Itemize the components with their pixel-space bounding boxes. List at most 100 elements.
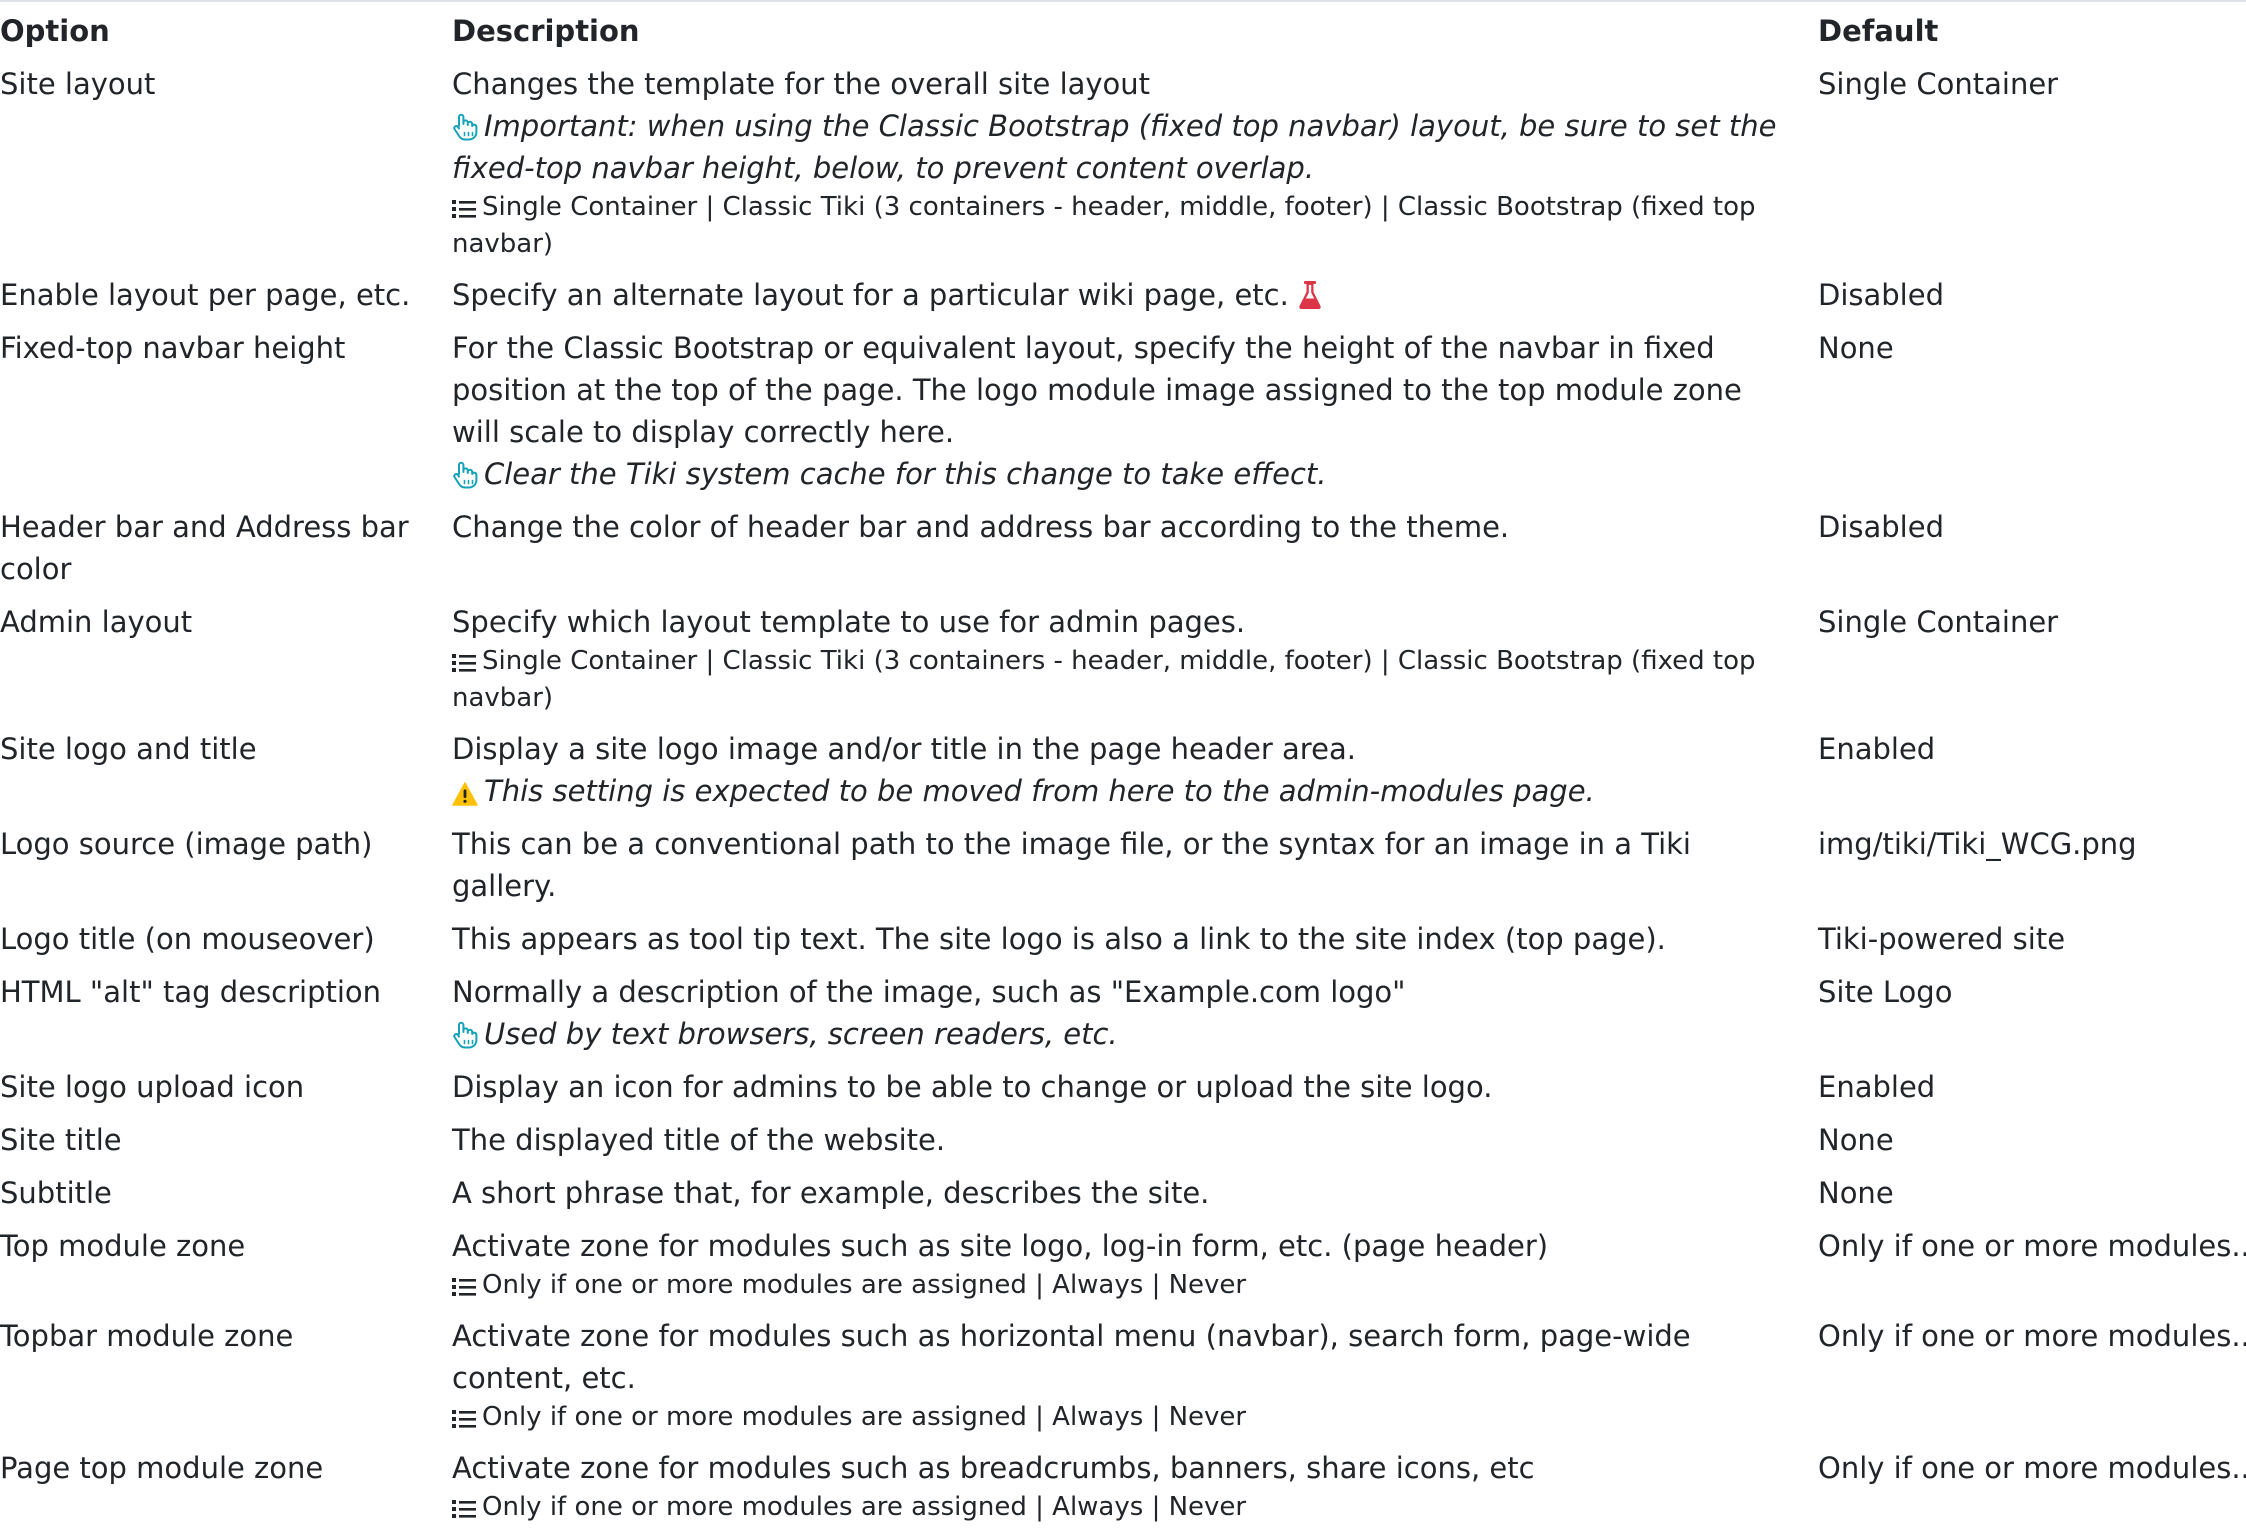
table-header-row: Option Description Default bbox=[0, 2, 2246, 58]
option-values-text: Only if one or more modules are assigned… bbox=[482, 1402, 1247, 1432]
description-text: Specify which layout template to use for… bbox=[452, 605, 1246, 639]
description-cell: Activate zone for modules such as horizo… bbox=[440, 1310, 1806, 1442]
description-text: Normally a description of the image, suc… bbox=[452, 975, 1406, 1009]
table-row: HTML "alt" tag description Normally a des… bbox=[0, 966, 2246, 1061]
option-cell: Page top module zone bbox=[0, 1451, 324, 1485]
hint-text: Important: when using the Classic Bootst… bbox=[452, 109, 1777, 185]
default-cell: Disabled bbox=[1818, 278, 1944, 312]
table-row: Admin layout Specify which layout templat… bbox=[0, 596, 2246, 723]
list-icon bbox=[452, 652, 476, 674]
description-cell: Activate zone for modules such as breadc… bbox=[440, 1442, 1806, 1532]
description-cell: The displayed title of the website. bbox=[440, 1114, 1806, 1167]
warning-icon bbox=[452, 782, 478, 806]
description-cell: Specify which layout template to use for… bbox=[440, 596, 1806, 723]
description-text: Change the color of header bar and addre… bbox=[452, 510, 1510, 544]
description-text: This appears as tool tip text. The site … bbox=[452, 922, 1666, 956]
default-cell: Single Container bbox=[1818, 67, 2059, 101]
option-column-header: Option bbox=[0, 14, 110, 48]
option-cell: Enable layout per page, etc. bbox=[0, 278, 411, 312]
hint-note: Clear the Tiki system cache for this cha… bbox=[452, 453, 1794, 495]
description-cell: Changes the template for the overall sit… bbox=[440, 58, 1806, 269]
description-cell: Normally a description of the image, suc… bbox=[440, 966, 1806, 1061]
table-body: Site layout Changes the template for the … bbox=[0, 58, 2246, 1532]
description-cell: This appears as tool tip text. The site … bbox=[440, 913, 1806, 966]
list-icon bbox=[452, 1408, 476, 1430]
description-text: For the Classic Bootstrap or equivalent … bbox=[452, 331, 1742, 449]
option-cell: Logo title (on mouseover) bbox=[0, 922, 375, 956]
table-row: Fixed-top navbar height For the Classic B… bbox=[0, 322, 2246, 501]
table-row: Page top module zone Activate zone for mo… bbox=[0, 1442, 2246, 1532]
description-cell: For the Classic Bootstrap or equivalent … bbox=[440, 322, 1806, 501]
option-values-text: Single Container | Classic Tiki (3 conta… bbox=[452, 192, 1756, 259]
description-cell: Specify an alternate layout for a partic… bbox=[440, 269, 1806, 322]
option-cell: Site title bbox=[0, 1123, 122, 1157]
pointing-hand-icon bbox=[452, 113, 478, 141]
option-values: Single Container | Classic Tiki (3 conta… bbox=[452, 189, 1794, 263]
pointing-hand-icon bbox=[452, 461, 478, 489]
list-icon bbox=[452, 1498, 476, 1520]
option-values-text: Single Container | Classic Tiki (3 conta… bbox=[452, 646, 1756, 713]
table-row: Enable layout per page, etc. Specify an a… bbox=[0, 269, 2246, 322]
description-text: Activate zone for modules such as site l… bbox=[452, 1229, 1549, 1263]
flask-icon bbox=[1298, 280, 1322, 310]
default-cell: None bbox=[1818, 331, 1894, 365]
option-cell: Admin layout bbox=[0, 605, 193, 639]
description-text: Changes the template for the overall sit… bbox=[452, 67, 1151, 101]
table-row: Site logo upload icon Display an icon for… bbox=[0, 1061, 2246, 1114]
default-cell: Tiki-powered site bbox=[1818, 922, 2066, 956]
table-row: Topbar module zone Activate zone for modu… bbox=[0, 1310, 2246, 1442]
option-cell: Topbar module zone bbox=[0, 1319, 294, 1353]
description-text: Specify an alternate layout for a partic… bbox=[452, 278, 1289, 312]
default-cell: None bbox=[1818, 1123, 1894, 1157]
description-cell: Change the color of header bar and addre… bbox=[440, 501, 1806, 596]
default-cell: Site Logo bbox=[1818, 975, 1953, 1009]
list-icon bbox=[452, 198, 476, 220]
description-text: Display a site logo image and/or title i… bbox=[452, 732, 1356, 766]
hint-text: Clear the Tiki system cache for this cha… bbox=[484, 457, 1327, 491]
preferences-page: Option Description Default Site layout Ch… bbox=[0, 0, 2246, 1534]
option-values: Only if one or more modules are assigned… bbox=[452, 1399, 1794, 1436]
option-cell: Logo source (image path) bbox=[0, 827, 373, 861]
description-text: Display an icon for admins to be able to… bbox=[452, 1070, 1493, 1104]
table-row: Top module zone Activate zone for modules… bbox=[0, 1220, 2246, 1310]
option-cell: Top module zone bbox=[0, 1229, 246, 1263]
table-row: Site title The displayed title of the web… bbox=[0, 1114, 2246, 1167]
pointing-hand-icon bbox=[452, 1021, 478, 1049]
description-text: Activate zone for modules such as breadc… bbox=[452, 1451, 1535, 1485]
option-values: Only if one or more modules are assigned… bbox=[452, 1267, 1794, 1304]
description-text: The displayed title of the website. bbox=[452, 1123, 946, 1157]
description-cell: This can be a conventional path to the i… bbox=[440, 818, 1806, 913]
warning-text: This setting is expected to be moved fro… bbox=[484, 774, 1595, 808]
hint-text: Used by text browsers, screen readers, e… bbox=[484, 1017, 1118, 1051]
option-cell: HTML "alt" tag description bbox=[0, 975, 382, 1009]
option-cell: Header bar and Address bar color bbox=[0, 510, 409, 586]
warning-note: This setting is expected to be moved fro… bbox=[452, 770, 1794, 812]
option-cell: Site logo and title bbox=[0, 732, 257, 766]
hint-note: Important: when using the Classic Bootst… bbox=[452, 105, 1794, 189]
description-cell: Activate zone for modules such as site l… bbox=[440, 1220, 1806, 1310]
default-cell: Disabled bbox=[1818, 510, 1944, 544]
hint-note: Used by text browsers, screen readers, e… bbox=[452, 1013, 1794, 1055]
default-cell: Only if one or more modules... bbox=[1818, 1229, 2246, 1263]
default-cell: Only if one or more modules... bbox=[1818, 1451, 2246, 1485]
option-values: Single Container | Classic Tiki (3 conta… bbox=[452, 643, 1794, 717]
option-cell: Fixed-top navbar height bbox=[0, 331, 346, 365]
option-values-text: Only if one or more modules are assigned… bbox=[482, 1492, 1247, 1522]
default-cell: Enabled bbox=[1818, 732, 1936, 766]
default-cell: None bbox=[1818, 1176, 1894, 1210]
preferences-table: Option Description Default Site layout Ch… bbox=[0, 2, 2246, 1532]
option-cell: Site layout bbox=[0, 67, 156, 101]
description-column-header: Description bbox=[452, 14, 640, 48]
table-row: Header bar and Address bar color Change t… bbox=[0, 501, 2246, 596]
list-icon bbox=[452, 1276, 476, 1298]
description-cell: Display a site logo image and/or title i… bbox=[440, 723, 1806, 818]
description-text: This can be a conventional path to the i… bbox=[452, 827, 1691, 903]
default-cell: img/tiki/Tiki_WCG.png bbox=[1818, 827, 2137, 861]
table-row: Site layout Changes the template for the … bbox=[0, 58, 2246, 269]
table-row: Logo title (on mouseover) This appears as… bbox=[0, 913, 2246, 966]
table-row: Logo source (image path) This can be a co… bbox=[0, 818, 2246, 913]
option-cell: Site logo upload icon bbox=[0, 1070, 305, 1104]
option-values: Only if one or more modules are assigned… bbox=[452, 1489, 1794, 1526]
option-values-text: Only if one or more modules are assigned… bbox=[482, 1270, 1247, 1300]
table-row: Subtitle A short phrase that, for example… bbox=[0, 1167, 2246, 1220]
